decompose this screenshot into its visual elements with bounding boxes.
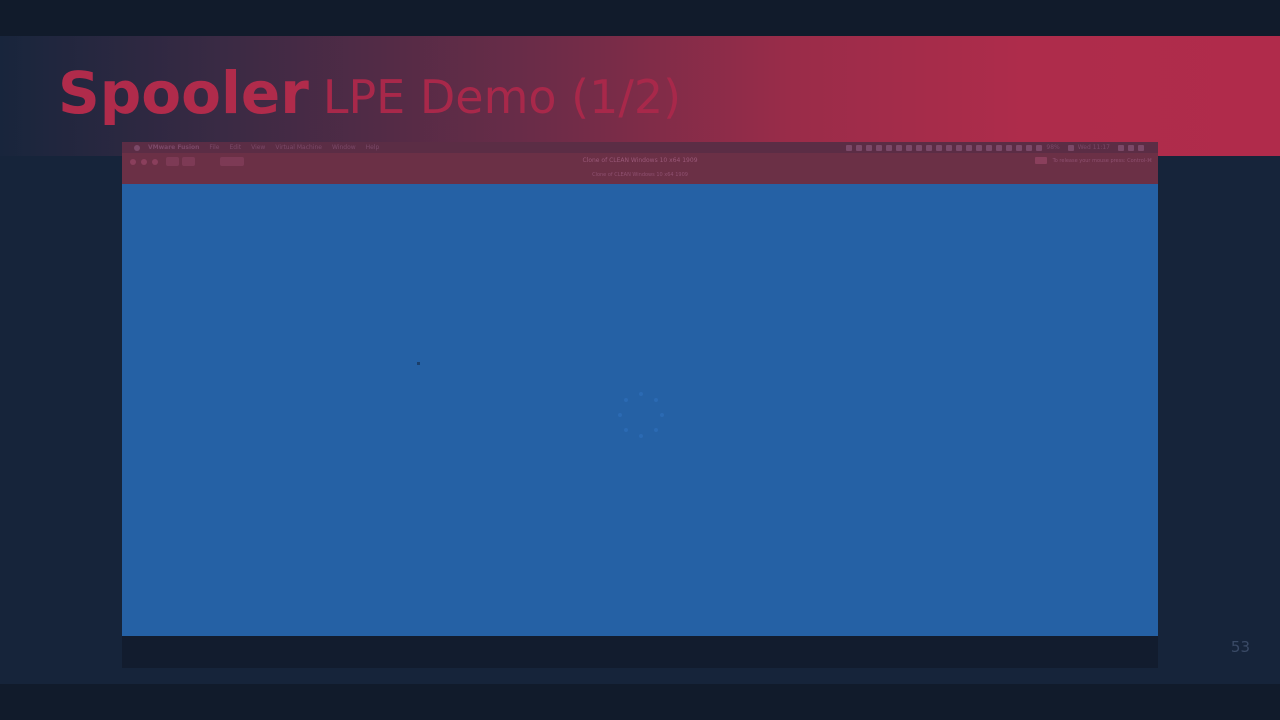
menu-bar-items: VMware Fusion File Edit View Virtual Mac… [148,144,389,151]
keyboard-icon [1034,157,1047,164]
battery-percentage[interactable]: 98% [1046,144,1059,151]
bluetooth-icon[interactable] [1016,144,1023,151]
notification-center-icon[interactable] [1138,144,1144,151]
status-app-icon[interactable] [976,144,983,151]
menu-edit[interactable]: Edit [229,144,241,151]
status-app-icon[interactable] [876,144,883,151]
status-app-icon[interactable] [986,144,993,151]
volume-icon[interactable] [1036,144,1043,151]
vm-window-titlebar: Clone of CLEAN Windows 10 x64 1909 Clone… [122,153,1158,185]
status-app-icon[interactable] [906,144,913,151]
menu-file[interactable]: File [209,144,219,151]
status-app-icon[interactable] [946,144,953,151]
menu-window[interactable]: Window [332,144,356,151]
status-app-icon[interactable] [856,144,863,151]
mouse-cursor-icon [417,362,420,365]
user-avatar-icon[interactable] [1128,144,1134,151]
menu-help[interactable]: Help [366,144,380,151]
menu-view[interactable]: View [251,144,265,151]
mouse-release-hint-text: To release your mouse press: Control-⌘ [1052,157,1152,164]
apple-icon[interactable] [134,144,140,151]
mac-menu-bar: VMware Fusion File Edit View Virtual Mac… [122,142,1158,153]
slide-title: Spooler LPE Demo (1/2) [58,64,681,122]
status-app-icon[interactable] [846,144,853,151]
wifi-icon[interactable] [1026,144,1033,151]
status-app-icon[interactable] [996,144,1003,151]
menu-virtual-machine[interactable]: Virtual Machine [275,144,322,151]
mouse-release-hint: To release your mouse press: Control-⌘ [1034,157,1152,164]
status-app-icon[interactable] [916,144,923,151]
presentation-stage: Spooler LPE Demo (1/2) VMware Fusion File… [0,0,1280,720]
menu-bar-status-area: 98% Wed 11:17 [846,144,1148,151]
embedded-screen-recording: VMware Fusion File Edit View Virtual Mac… [122,142,1158,668]
status-app-icon[interactable] [936,144,943,151]
menu-app-name[interactable]: VMware Fusion [148,144,199,151]
vm-window-subtitle: Clone of CLEAN Windows 10 x64 1909 [592,172,688,178]
vm-window-title: Clone of CLEAN Windows 10 x64 1909 [582,157,698,164]
battery-icon[interactable] [1067,144,1074,151]
status-app-icon[interactable] [886,144,893,151]
guest-os-display[interactable] [122,184,1158,636]
status-app-icon[interactable] [956,144,963,151]
slide: Spooler LPE Demo (1/2) VMware Fusion File… [0,36,1280,684]
status-app-icon[interactable] [966,144,973,151]
status-app-icon[interactable] [926,144,933,151]
status-app-icon[interactable] [896,144,903,151]
slide-title-strong: Spooler [58,59,309,127]
status-app-icon[interactable] [866,144,873,151]
menu-bar-clock[interactable]: Wed 11:17 [1078,144,1110,151]
slide-title-light: LPE Demo (1/2) [322,70,682,124]
spotlight-search-icon[interactable] [1118,144,1124,151]
loading-spinner-icon [618,392,664,438]
slide-page-number: 53 [1230,638,1250,656]
airplay-icon[interactable] [1006,144,1013,151]
